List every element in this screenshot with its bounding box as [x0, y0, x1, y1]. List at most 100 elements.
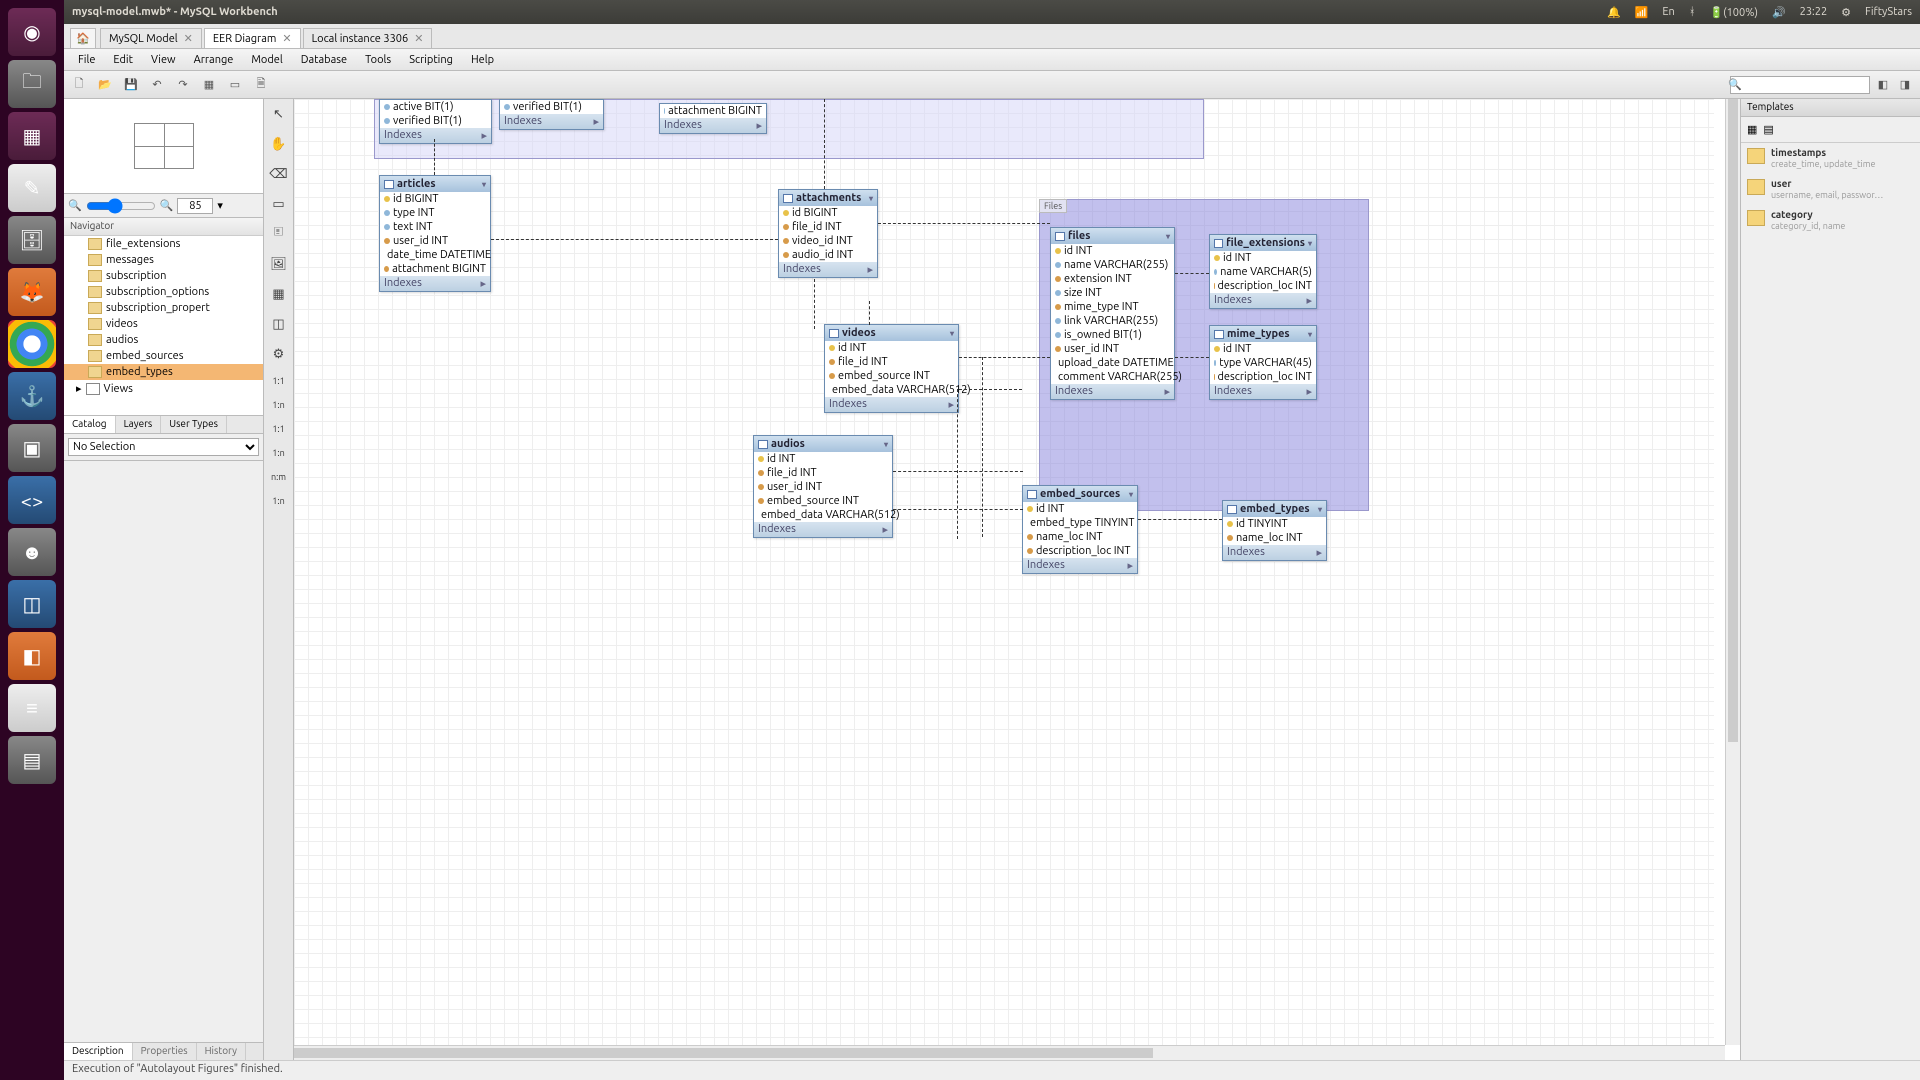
- menu-arrange[interactable]: Arrange: [186, 52, 242, 68]
- tool-routine-icon[interactable]: ⚙: [268, 343, 290, 365]
- tool-rel-1-1b[interactable]: 1:1: [268, 421, 290, 437]
- table-mime-types[interactable]: mime_types▾ id INT type VARCHAR(45) desc…: [1209, 325, 1317, 400]
- menu-scripting[interactable]: Scripting: [401, 52, 461, 68]
- zoom-slider[interactable]: [86, 198, 156, 214]
- notify-icon[interactable]: 🔔: [1607, 6, 1621, 19]
- table-partial[interactable]: attachment BIGINT Indexes▸: [659, 103, 767, 134]
- tool-note-icon[interactable]: 🗉: [268, 223, 290, 245]
- grid-icon[interactable]: ▦: [200, 76, 218, 94]
- tab-layers[interactable]: Layers: [116, 416, 162, 433]
- tab-description[interactable]: Description: [64, 1043, 133, 1060]
- launcher-app1-icon[interactable]: ▦: [8, 112, 56, 160]
- template-item[interactable]: categorycategory_id, name: [1741, 205, 1920, 236]
- tool-rel-n-m[interactable]: n:m: [268, 469, 290, 485]
- tool-layer-icon[interactable]: ▭: [268, 193, 290, 215]
- template-add-icon[interactable]: ▦: [1747, 123, 1757, 136]
- close-icon[interactable]: ✕: [414, 32, 423, 45]
- launcher-workbench-icon[interactable]: ⚓: [8, 372, 56, 420]
- home-tab[interactable]: 🏠: [70, 28, 96, 48]
- launcher-vm-icon[interactable]: ▣: [8, 424, 56, 472]
- launcher-firefox-icon[interactable]: 🦊: [8, 268, 56, 316]
- launcher-term-icon[interactable]: ▤: [8, 736, 56, 784]
- new-file-icon[interactable]: 🗋: [70, 76, 88, 94]
- table-partial[interactable]: verified BIT(1) Indexes▸: [499, 99, 604, 130]
- undo-icon[interactable]: ↶: [148, 76, 166, 94]
- table-audios[interactable]: audios▾ id INT file_id INT user_id INT e…: [753, 435, 893, 538]
- minimap[interactable]: [64, 99, 263, 194]
- gear-icon[interactable]: ⚙: [1841, 6, 1851, 19]
- menu-database[interactable]: Database: [293, 52, 355, 68]
- panel-right-icon[interactable]: ◨: [1896, 76, 1914, 94]
- menu-edit[interactable]: Edit: [105, 52, 141, 68]
- tool-pointer-icon[interactable]: ↖: [268, 103, 290, 125]
- table-files[interactable]: files▾ id INT name VARCHAR(255) extensio…: [1050, 227, 1175, 400]
- launcher-dash-icon[interactable]: ◉: [8, 8, 56, 56]
- selection-combo[interactable]: No Selection: [68, 438, 259, 456]
- h-scrollbar[interactable]: [294, 1045, 1725, 1060]
- catalog-tree[interactable]: file_extensions messages subscription su…: [64, 236, 263, 416]
- zoom-in-icon[interactable]: 🔍: [160, 199, 174, 212]
- tool-rel-1-1[interactable]: 1:1: [268, 373, 290, 389]
- tool-rel-1-n[interactable]: 1:n: [268, 397, 290, 413]
- table-partial[interactable]: active BIT(1) verified BIT(1) Indexes▸: [379, 99, 492, 144]
- launcher-app3-icon[interactable]: ◧: [8, 632, 56, 680]
- tool-table-icon[interactable]: ▦: [268, 283, 290, 305]
- launcher-archive-icon[interactable]: 🗄: [8, 216, 56, 264]
- launcher-files-icon[interactable]: 🗀: [8, 60, 56, 108]
- launcher-editor-icon[interactable]: ✎: [8, 164, 56, 212]
- unity-launcher[interactable]: ◉ 🗀 ▦ ✎ 🗄 🦊 ⚓ ▣ <> ☻ ◫ ◧ ≡ ▤: [0, 0, 64, 1080]
- bluetooth-icon[interactable]: ᚼ: [1689, 6, 1696, 18]
- zoom-value[interactable]: [177, 198, 213, 214]
- table-attachments[interactable]: attachments▾ id BIGINT file_id INT video…: [778, 189, 878, 278]
- launcher-chrome-icon[interactable]: [8, 320, 56, 368]
- zoom-dropdown-icon[interactable]: ▾: [217, 199, 223, 212]
- tab-properties[interactable]: Properties: [133, 1043, 197, 1060]
- tool-hand-icon[interactable]: ✋: [268, 133, 290, 155]
- open-file-icon[interactable]: 📂: [96, 76, 114, 94]
- battery-icon[interactable]: 🔋(100%): [1709, 6, 1758, 19]
- panel-left-icon[interactable]: ◧: [1874, 76, 1892, 94]
- menu-model[interactable]: Model: [243, 52, 290, 68]
- table-embed-types[interactable]: embed_types▾ id TINYINT name_loc INT Ind…: [1222, 500, 1327, 561]
- template-item[interactable]: timestampscreate_time, update_time: [1741, 143, 1920, 174]
- menu-help[interactable]: Help: [463, 52, 502, 68]
- volume-icon[interactable]: 🔊: [1772, 6, 1786, 19]
- launcher-app2-icon[interactable]: ◫: [8, 580, 56, 628]
- menu-view[interactable]: View: [143, 52, 184, 68]
- export-icon[interactable]: 🗎: [252, 76, 270, 94]
- username[interactable]: FiftyStars: [1865, 6, 1912, 18]
- menu-tools[interactable]: Tools: [357, 52, 399, 68]
- tab-history[interactable]: History: [197, 1043, 246, 1060]
- v-scrollbar[interactable]: [1725, 99, 1740, 1045]
- template-manage-icon[interactable]: ▤: [1763, 123, 1773, 136]
- tab-catalog[interactable]: Catalog: [64, 416, 116, 433]
- launcher-robot-icon[interactable]: ☻: [8, 528, 56, 576]
- close-icon[interactable]: ✕: [282, 32, 291, 45]
- clock[interactable]: 23:22: [1800, 6, 1828, 18]
- lang-indicator[interactable]: En: [1662, 6, 1674, 18]
- table-file-extensions[interactable]: file_extensions▾ id INT name VARCHAR(5) …: [1209, 234, 1317, 309]
- tool-image-icon[interactable]: 🖼: [268, 253, 290, 275]
- tab-usertypes[interactable]: User Types: [161, 416, 227, 433]
- tab-local-instance[interactable]: Local instance 3306✕: [303, 28, 433, 48]
- template-item[interactable]: userusername, email, passwor…: [1741, 174, 1920, 205]
- zoom-out-icon[interactable]: 🔍: [68, 199, 82, 212]
- redo-icon[interactable]: ↷: [174, 76, 192, 94]
- launcher-ide-icon[interactable]: <>: [8, 476, 56, 524]
- align-icon[interactable]: ▭: [226, 76, 244, 94]
- table-articles[interactable]: articles▾ id BIGINT type INT text INT us…: [379, 175, 491, 292]
- tool-erase-icon[interactable]: ⌫: [268, 163, 290, 185]
- tool-rel-1-nb[interactable]: 1:n: [268, 445, 290, 461]
- save-icon[interactable]: 💾: [122, 76, 140, 94]
- table-videos[interactable]: videos▾ id INT file_id INT embed_source …: [824, 324, 959, 413]
- menu-file[interactable]: File: [70, 52, 103, 68]
- tool-view-icon[interactable]: ◫: [268, 313, 290, 335]
- tab-mysql-model[interactable]: MySQL Model✕: [100, 28, 202, 48]
- tool-rel-existing[interactable]: 1:n: [268, 493, 290, 509]
- tab-eer-diagram[interactable]: EER Diagram✕: [204, 28, 301, 48]
- table-embed-sources[interactable]: embed_sources▾ id INT embed_type TINYINT…: [1022, 485, 1138, 574]
- close-icon[interactable]: ✕: [184, 32, 193, 45]
- launcher-docs-icon[interactable]: ≡: [8, 684, 56, 732]
- diagram-canvas[interactable]: Files active BIT(1) verified BIT(1) Inde…: [294, 99, 1714, 1059]
- search-input[interactable]: [1730, 76, 1870, 94]
